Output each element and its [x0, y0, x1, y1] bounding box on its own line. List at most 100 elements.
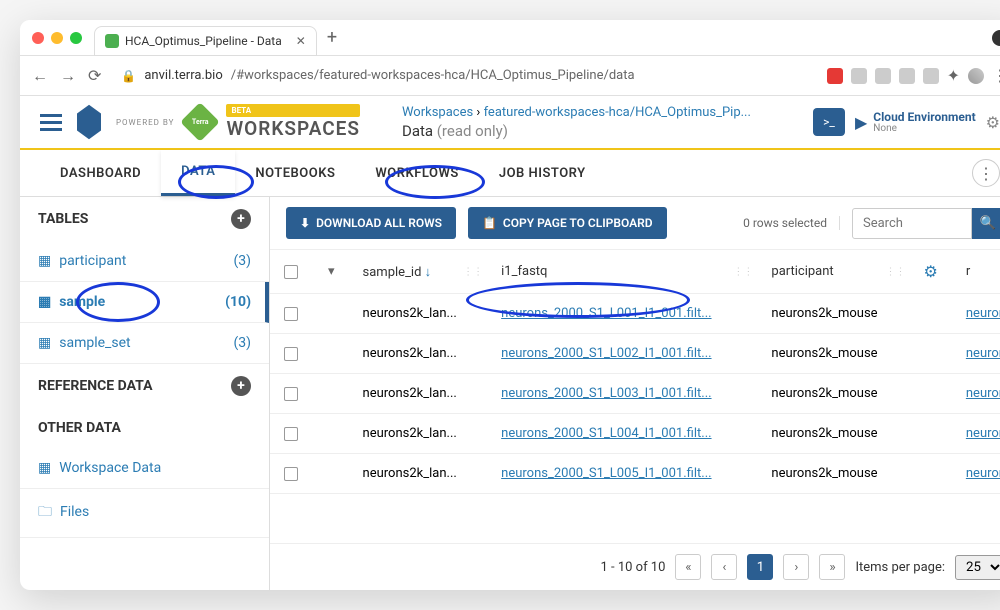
row-checkbox[interactable] [284, 387, 298, 401]
extension-icon[interactable] [899, 68, 915, 84]
items-per-page-select[interactable]: 25 [955, 555, 1000, 580]
breadcrumb-current: Data [402, 122, 433, 140]
forward-button[interactable]: → [60, 66, 76, 86]
tab-job-history[interactable]: JOB HISTORY [479, 152, 606, 195]
count-badge: (3) [233, 335, 251, 351]
search-button[interactable]: 🔍 [972, 208, 1000, 239]
cell-fastq-link[interactable]: neurons_2000_S1_L003_I1_001.filt... [501, 386, 711, 401]
next-page-button[interactable]: › [783, 554, 809, 580]
column-resize-handle[interactable]: ⋮⋮ [733, 266, 753, 277]
extension-icon[interactable] [827, 68, 843, 84]
row-checkbox[interactable] [284, 467, 298, 481]
extension-icons: ✦ ⋮ [827, 66, 1000, 85]
data-table-wrapper: ▾ sample_id ↓⋮⋮ i1_fastq⋮⋮ participant⋮⋮… [270, 250, 1000, 543]
address-bar[interactable]: 🔒 anvil.terra.bio/#workspaces/featured-w… [113, 64, 814, 87]
browser-tab[interactable]: HCA_Optimus_Pipeline - Data ✕ [94, 26, 317, 56]
cell-truncated-link[interactable]: neuron [966, 386, 1000, 401]
add-table-button[interactable]: + [231, 209, 251, 229]
browser-toolbar: ← → ⟳ 🔒 anvil.terra.bio/#workspaces/feat… [20, 56, 1000, 96]
search-input[interactable] [852, 208, 972, 239]
clipboard-icon: 📋 [482, 216, 497, 230]
tab-dashboard[interactable]: DASHBOARD [40, 152, 161, 195]
reload-button[interactable]: ⟳ [88, 66, 101, 85]
main-tabs: DASHBOARD DATA NOTEBOOKS WORKFLOWS JOB H… [20, 150, 1000, 197]
breadcrumb-path-link[interactable]: featured-workspaces-hca/HCA_Optimus_Pip.… [484, 105, 751, 120]
terminal-icon[interactable]: >_ [813, 108, 845, 136]
cell-truncated-link[interactable]: neuron [966, 426, 1000, 441]
extensions-menu-icon[interactable]: ✦ [947, 66, 960, 85]
cell-sample-id: neurons2k_lan... [349, 334, 488, 374]
table-icon: ▦ [38, 294, 51, 310]
tab-favicon [105, 34, 119, 48]
cell-participant: neurons2k_mouse [757, 334, 909, 374]
close-window-button[interactable] [32, 32, 44, 44]
cell-participant: neurons2k_mouse [757, 414, 909, 454]
cell-fastq-link[interactable]: neurons_2000_S1_L005_I1_001.filt... [501, 466, 711, 481]
column-header-participant[interactable]: participant⋮⋮ [757, 250, 909, 294]
column-header-i1-fastq[interactable]: i1_fastq⋮⋮ [487, 250, 757, 294]
column-settings-gear-icon[interactable]: ⚙ [924, 262, 938, 281]
column-header-truncated[interactable]: r [952, 250, 1000, 294]
download-all-rows-button[interactable]: ⬇DOWNLOAD ALL ROWS [286, 207, 456, 239]
column-resize-handle[interactable]: ⋮⋮ [463, 266, 483, 277]
table-row: neurons2k_lan... neurons_2000_S1_L001_I1… [270, 294, 1000, 334]
extension-icon[interactable] [875, 68, 891, 84]
browser-menu-icon[interactable]: ⋮ [992, 66, 1000, 85]
copy-clipboard-button[interactable]: 📋COPY PAGE TO CLIPBOARD [468, 207, 667, 239]
cloud-environment-button[interactable]: ▶ Cloud Environment None [855, 111, 976, 134]
powered-by-label: POWERED BY [116, 118, 174, 127]
sidebar-item-sample[interactable]: ▦sample (10) [20, 282, 269, 323]
maximize-window-button[interactable] [70, 32, 82, 44]
cell-fastq-link[interactable]: neurons_2000_S1_L004_I1_001.filt... [501, 426, 711, 441]
minimize-window-button[interactable] [51, 32, 63, 44]
tab-data[interactable]: DATA [161, 150, 235, 196]
cell-truncated-link[interactable]: neuron [966, 346, 1000, 361]
extension-icon[interactable] [851, 68, 867, 84]
play-icon: ▶ [855, 113, 867, 132]
breadcrumb-workspaces-link[interactable]: Workspaces [402, 105, 473, 120]
sidebar-item-participant[interactable]: ▦participant (3) [20, 241, 269, 282]
tab-notebooks[interactable]: NOTEBOOKS [235, 152, 355, 195]
url-path: /#workspaces/featured-workspaces-hca/HCA… [231, 68, 635, 83]
terra-logo: Terra [181, 102, 221, 142]
prev-page-button[interactable]: ‹ [711, 554, 737, 580]
cell-truncated-link[interactable]: neuron [966, 306, 1000, 321]
cell-fastq-link[interactable]: neurons_2000_S1_L001_I1_001.filt... [501, 306, 711, 321]
new-tab-button[interactable]: + [327, 27, 337, 48]
column-header-sample-id[interactable]: sample_id ↓⋮⋮ [349, 250, 488, 294]
profile-avatar[interactable] [968, 68, 984, 84]
row-checkbox[interactable] [284, 347, 298, 361]
close-tab-icon[interactable]: ✕ [296, 34, 306, 48]
sidebar-reference-data-header: REFERENCE DATA + [20, 364, 269, 408]
sort-icon: ↓ [425, 265, 432, 280]
breadcrumb: Workspaces › featured-workspaces-hca/HCA… [402, 105, 751, 140]
read-only-label: (read only) [437, 122, 508, 140]
table-row: neurons2k_lan... neurons_2000_S1_L002_I1… [270, 334, 1000, 374]
anvil-logo [74, 104, 104, 140]
browser-profile-icon[interactable] [992, 30, 1000, 46]
select-menu-chevron-icon[interactable]: ▾ [328, 264, 335, 279]
more-menu-icon[interactable]: ⋮ [972, 159, 1000, 187]
tab-workflows[interactable]: WORKFLOWS [355, 152, 478, 195]
data-table: ▾ sample_id ↓⋮⋮ i1_fastq⋮⋮ participant⋮⋮… [270, 250, 1000, 494]
hamburger-menu-icon[interactable] [40, 110, 62, 135]
sidebar-item-sample-set[interactable]: ▦sample_set (3) [20, 323, 269, 364]
last-page-button[interactable]: » [819, 554, 845, 580]
select-all-checkbox[interactable] [284, 265, 298, 279]
cell-fastq-link[interactable]: neurons_2000_S1_L002_I1_001.filt... [501, 346, 711, 361]
extension-icon[interactable] [923, 68, 939, 84]
add-reference-button[interactable]: + [231, 376, 251, 396]
column-resize-handle[interactable]: ⋮⋮ [886, 266, 906, 277]
download-icon: ⬇ [300, 216, 310, 230]
sidebar-other-data-header: OTHER DATA [20, 408, 269, 448]
back-button[interactable]: ← [32, 66, 48, 86]
sidebar: TABLES + ▦participant (3) ▦sample (10) ▦… [20, 197, 270, 590]
page-number-button[interactable]: 1 [747, 554, 773, 580]
settings-gear-icon[interactable]: ⚙ [986, 113, 1000, 132]
first-page-button[interactable]: « [675, 554, 701, 580]
row-checkbox[interactable] [284, 307, 298, 321]
cell-truncated-link[interactable]: neuron [966, 466, 1000, 481]
sidebar-item-workspace-data[interactable]: ▦Workspace Data [20, 448, 269, 489]
sidebar-item-files[interactable]: 🗀Files [20, 489, 269, 538]
row-checkbox[interactable] [284, 427, 298, 441]
